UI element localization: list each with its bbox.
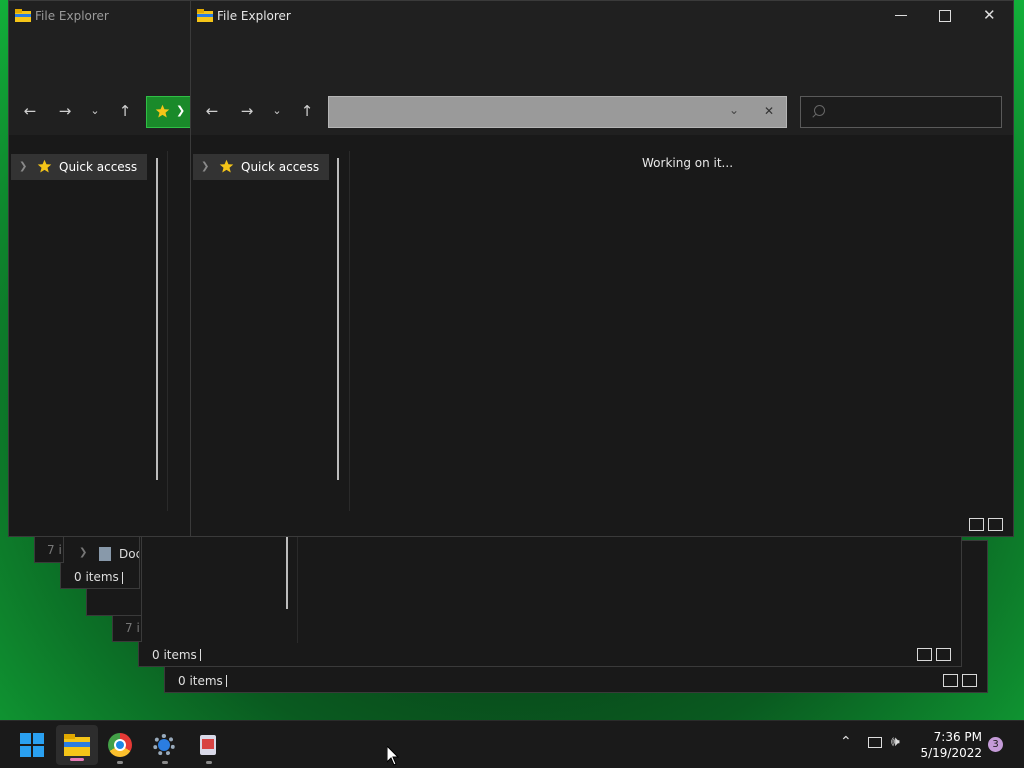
address-clear-icon[interactable]: ✕ [764, 104, 774, 118]
file-explorer-taskbar-button[interactable] [56, 725, 98, 765]
chrome-icon[interactable] [108, 733, 134, 757]
window-title: File Explorer [35, 9, 109, 23]
up-arrow-icon[interactable]: ↑ [296, 99, 318, 123]
pane-divider [167, 151, 168, 511]
chrome-indicator [117, 761, 123, 764]
nav-quick-access[interactable]: ❯ Quick access [11, 154, 147, 180]
recent-locations-chevron-icon[interactable]: ⌄ [84, 99, 106, 123]
mouse-cursor-icon [387, 746, 399, 766]
items-count: 0 items [178, 674, 223, 688]
document-icon [99, 547, 111, 561]
nav-scrollbar[interactable] [156, 158, 158, 480]
items-count: 0 items [152, 648, 197, 662]
view-buttons [943, 674, 977, 687]
nav-scrollbar[interactable] [286, 537, 288, 609]
nav-quick-access[interactable]: ❯ Quick access [193, 154, 329, 180]
clock[interactable]: 7:36 PM 5/19/2022 [916, 729, 982, 761]
status-bar: 0 items [139, 643, 961, 666]
search-icon-handle [812, 113, 817, 118]
forward-arrow-icon[interactable]: → [236, 99, 258, 123]
file-explorer-icon [64, 734, 90, 756]
details-view-icon[interactable] [969, 518, 984, 531]
start-icon[interactable] [20, 733, 46, 757]
items-count: 0 items [74, 570, 119, 584]
items-count-partial: 7 i [125, 621, 140, 635]
active-app-indicator [70, 758, 84, 761]
close-button[interactable]: ✕ [983, 6, 996, 24]
quick-access-label: Quick access [59, 160, 138, 174]
title-bar[interactable]: File Explorer ✕ [191, 1, 1013, 31]
status-separator [200, 649, 201, 661]
breadcrumb-chevron-icon[interactable]: ❯ [176, 104, 185, 117]
star-icon [219, 159, 234, 173]
large-icons-view-icon[interactable] [962, 674, 977, 687]
address-bar[interactable]: ⌄ ✕ [328, 96, 787, 128]
ribbon [9, 31, 207, 89]
tree-expand-icon[interactable]: ❯ [19, 154, 27, 180]
pane-divider [349, 151, 350, 511]
forward-arrow-icon[interactable]: → [54, 99, 76, 123]
folder-icon [15, 9, 31, 22]
back-arrow-icon[interactable]: ← [19, 99, 41, 123]
show-hidden-icons-chevron-icon[interactable]: ⌃ [840, 734, 852, 750]
working-status: Working on it... [642, 156, 734, 170]
taskbar: ⌃ 🕪 7:36 PM 5/19/2022 3 [0, 720, 1024, 768]
recycle-bin-icon[interactable] [196, 733, 222, 757]
large-icons-view-icon[interactable] [988, 518, 1003, 531]
tree-expand-icon[interactable]: ❯ [79, 547, 87, 558]
notification-count: 3 [992, 739, 999, 750]
clock-time: 7:36 PM [933, 730, 982, 744]
ribbon [191, 31, 1013, 89]
title-bar[interactable]: File Explorer [9, 1, 207, 31]
folder-icon [197, 9, 213, 22]
status-separator [226, 675, 227, 687]
background-window-4[interactable]: 0 items [138, 536, 962, 667]
recent-locations-chevron-icon[interactable]: ⌄ [266, 99, 288, 123]
network-icon[interactable] [868, 737, 882, 748]
items-count-partial: 7 i [47, 543, 62, 557]
documents-label: Doc [119, 547, 140, 561]
details-view-icon[interactable] [917, 648, 932, 661]
view-buttons [969, 518, 1003, 531]
minimize-button[interactable] [895, 15, 907, 16]
up-arrow-icon[interactable]: ↑ [114, 99, 136, 123]
file-explorer-window-back[interactable]: File Explorer ← → ⌄ ↑ ❯ ❯ Quick access [8, 0, 208, 537]
settings-indicator [162, 761, 168, 764]
search-input[interactable] [800, 96, 1002, 128]
background-window-1[interactable]: ❯ Doc 0 items [60, 536, 140, 589]
view-buttons [917, 648, 951, 661]
notification-badge[interactable]: 3 [988, 737, 1003, 752]
file-explorer-window-front[interactable]: File Explorer ✕ ← → ⌄ ↑ ⌄ ✕ ❯ Quick acce… [190, 0, 1014, 537]
volume-icon[interactable]: 🕪 [891, 734, 900, 750]
window-title: File Explorer [217, 9, 291, 23]
pane-divider [297, 537, 298, 647]
back-arrow-icon[interactable]: ← [201, 99, 223, 123]
background-window-0[interactable]: 7 i [34, 536, 64, 563]
status-bar: 0 items [165, 669, 987, 692]
details-view-icon[interactable] [943, 674, 958, 687]
clock-date: 5/19/2022 [920, 746, 982, 760]
large-icons-view-icon[interactable] [936, 648, 951, 661]
maximize-button[interactable] [939, 10, 951, 22]
status-separator [122, 572, 123, 584]
settings-icon[interactable] [152, 733, 178, 757]
quick-access-label: Quick access [241, 160, 320, 174]
star-icon [37, 159, 52, 173]
tree-expand-icon[interactable]: ❯ [201, 154, 209, 180]
address-dropdown-chevron-icon[interactable]: ⌄ [729, 103, 739, 117]
recycle-bin-indicator [206, 761, 212, 764]
star-icon [155, 104, 170, 118]
nav-scrollbar[interactable] [337, 158, 339, 480]
